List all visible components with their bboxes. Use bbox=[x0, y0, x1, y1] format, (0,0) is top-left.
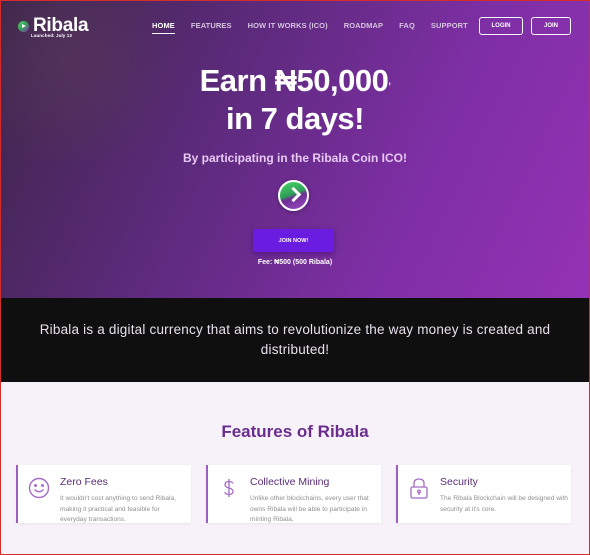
hero-subline: By participating in the Ribala Coin ICO! bbox=[182, 151, 407, 165]
feature-title: Collective Mining bbox=[250, 476, 330, 488]
headline-line-2: in 7 days! bbox=[226, 101, 365, 136]
nav-item-faq[interactable]: FAQ bbox=[399, 21, 415, 34]
feature-title: Security bbox=[440, 476, 478, 488]
lock-icon bbox=[408, 477, 430, 499]
fee-text: Fee: ₦500 (500 Ribala) bbox=[257, 259, 333, 266]
feature-text: Unlike other blockchains, every user tha… bbox=[250, 495, 369, 523]
brand-subtitle: Launched: July 13 bbox=[31, 33, 72, 38]
nav-item-home[interactable]: HOME bbox=[152, 21, 175, 34]
headline-mark: , bbox=[388, 76, 391, 86]
feature-text: It wouldn't cost anything to send Ribala… bbox=[60, 495, 176, 523]
arrow-right-icon[interactable] bbox=[278, 180, 309, 211]
feature-card-collective-mining: Collective Mining Unlike other blockchai… bbox=[206, 465, 381, 523]
mission-text: Ribala is a digital currency that aims t… bbox=[39, 322, 551, 357]
hero-section: Ribala Launched: July 13 HOME FEATURES H… bbox=[0, 0, 590, 298]
main-nav: HOME FEATURES HOW IT WORKS (ICO) ROADMAP… bbox=[152, 21, 484, 34]
nav-item-roadmap[interactable]: ROADMAP bbox=[344, 21, 383, 34]
dollar-icon bbox=[218, 477, 240, 499]
nav-item-support[interactable]: SUPPORT bbox=[431, 21, 468, 34]
feature-card-security: Security The Ribala Blockchain will be d… bbox=[396, 465, 571, 523]
nav-item-features[interactable]: FEATURES bbox=[191, 21, 232, 34]
login-button[interactable]: LOGIN bbox=[479, 17, 523, 35]
features-title: Features of Ribala bbox=[221, 422, 369, 441]
smiley-icon bbox=[28, 477, 50, 499]
nav-item-how-it-works[interactable]: HOW IT WORKS (ICO) bbox=[248, 21, 328, 34]
feature-title: Zero Fees bbox=[60, 476, 108, 488]
join-button[interactable]: JOIN bbox=[531, 17, 571, 35]
feature-card-zero-fees: Zero Fees It wouldn't cost anything to s… bbox=[16, 465, 191, 523]
join-now-button[interactable]: JOIN NOW! bbox=[253, 229, 334, 252]
features-section: Features of Ribala Zero Fees It wouldn't… bbox=[0, 382, 590, 555]
logo-play-icon bbox=[18, 20, 29, 32]
headline-line-1: Earn ₦50,000 bbox=[199, 63, 389, 98]
feature-text: The Ribala Blockchain will be designed w… bbox=[440, 495, 568, 513]
hero-headline: Earn ₦50,000, in 7 days! bbox=[0, 62, 590, 138]
mission-band: Ribala is a digital currency that aims t… bbox=[0, 298, 590, 382]
